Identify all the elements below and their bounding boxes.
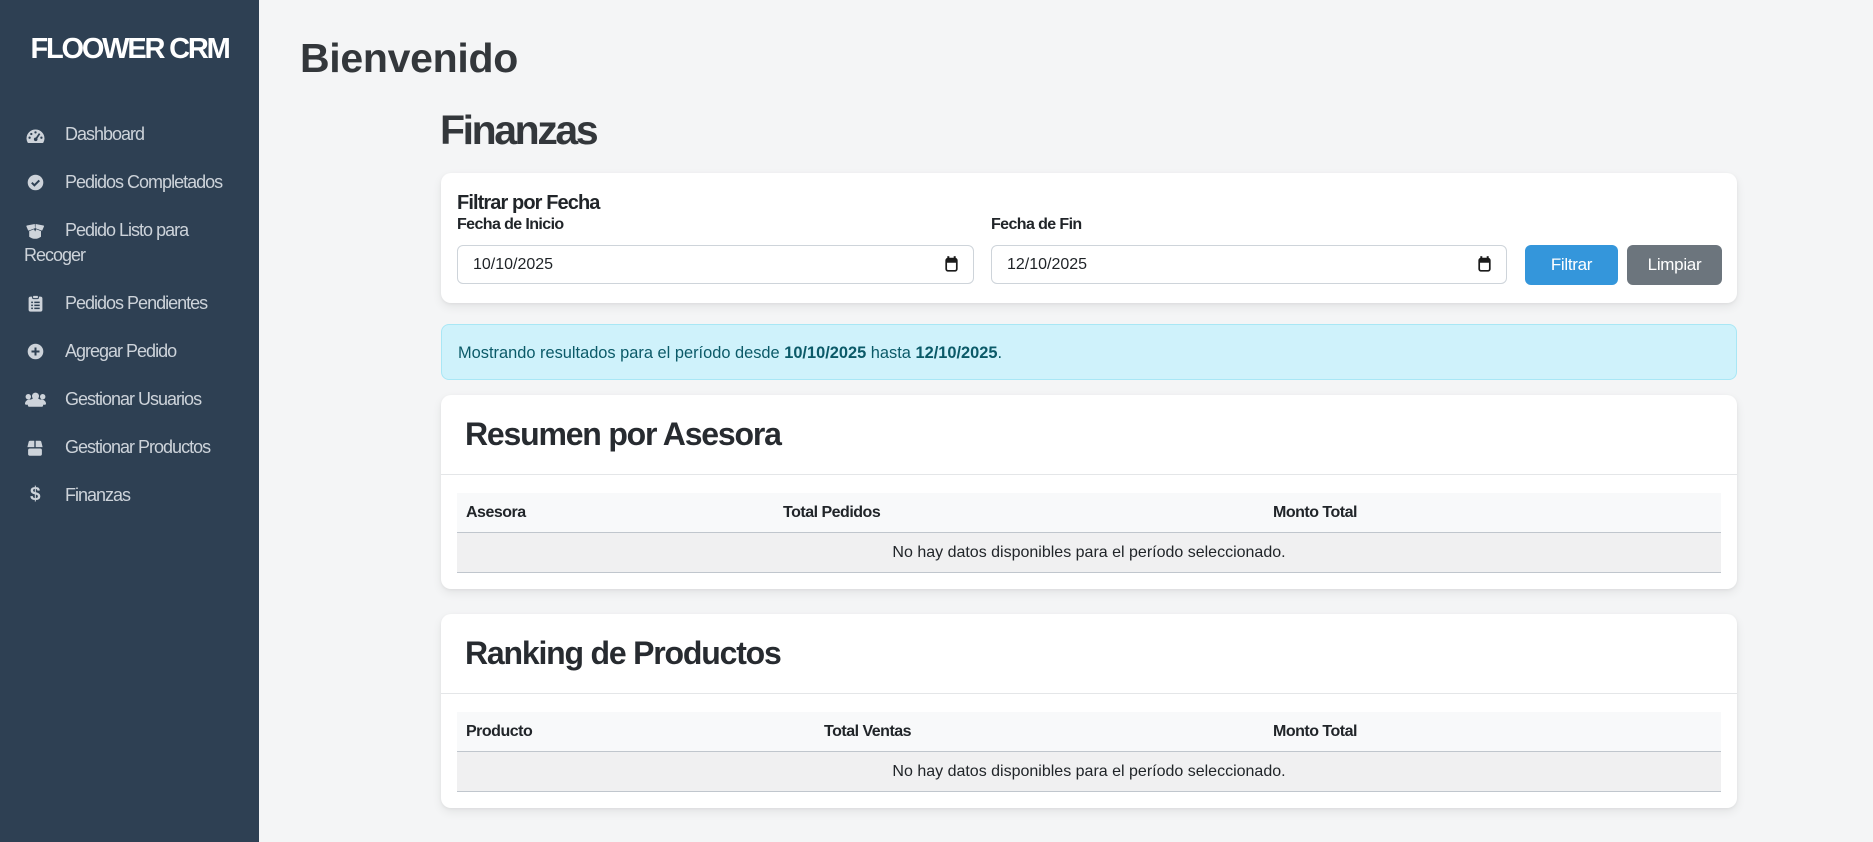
svg-text:$: $ [30,484,41,504]
